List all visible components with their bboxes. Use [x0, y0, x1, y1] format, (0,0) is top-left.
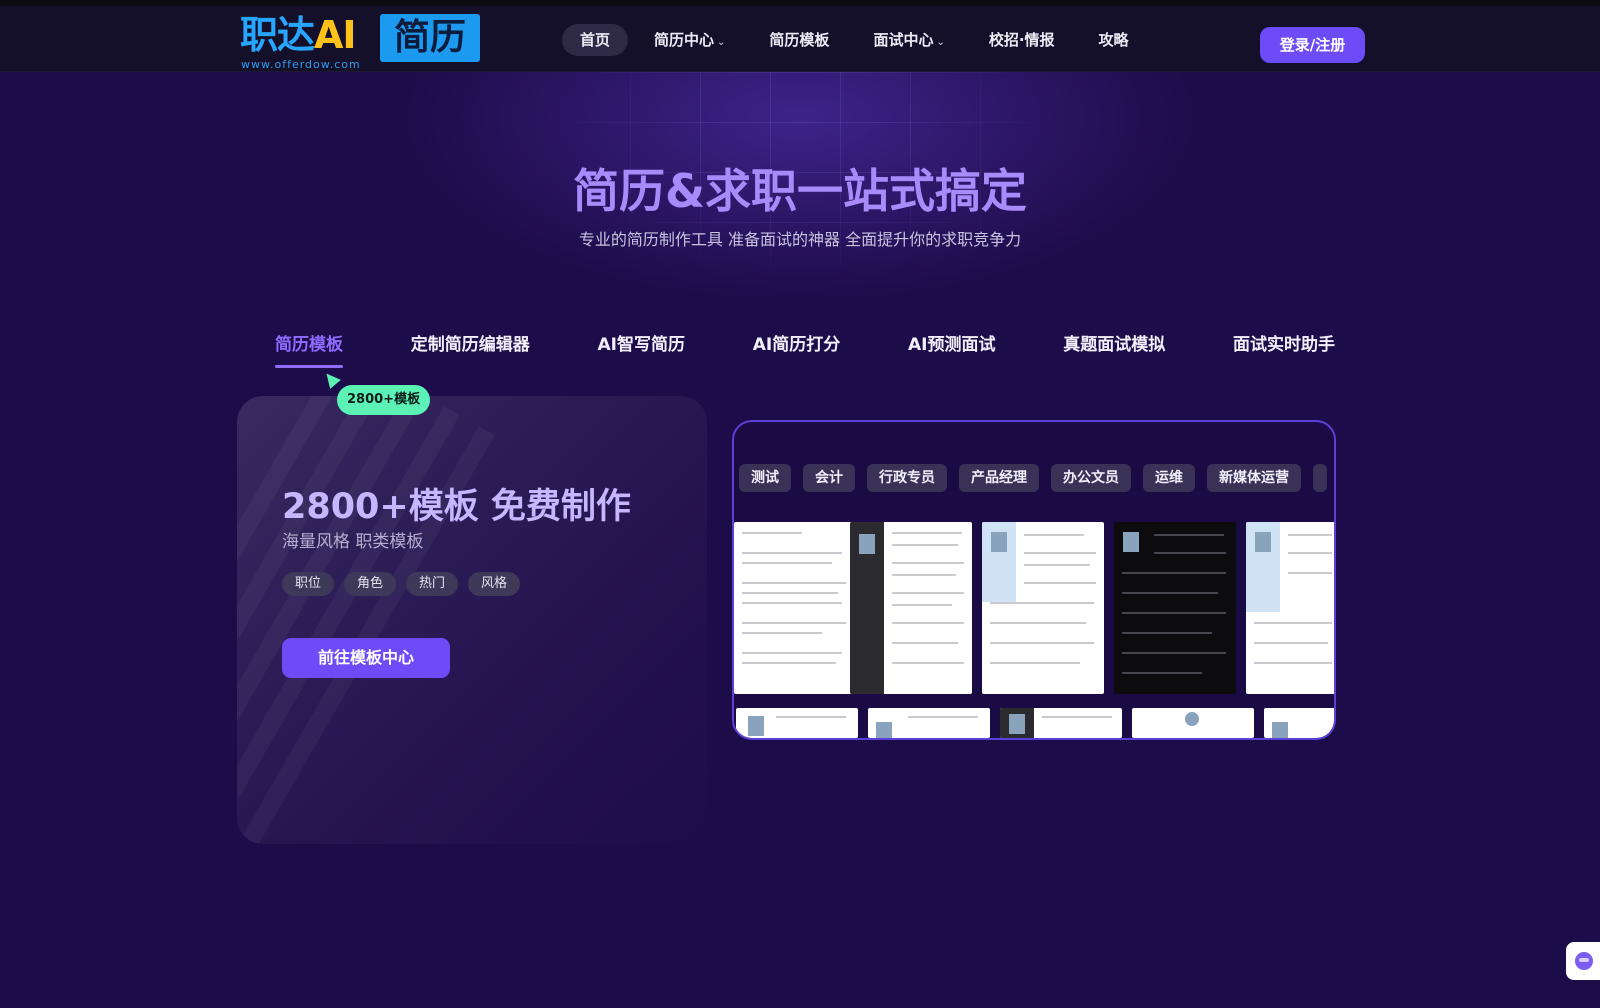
nav-resume-center[interactable]: 简历中心 ⌄ — [636, 24, 743, 56]
tab-resume-templates[interactable]: 简历模板 — [275, 330, 343, 368]
main-nav: 首页 简历中心 ⌄ 简历模板 面试中心 ⌄ 校招·情报 攻略 — [562, 24, 1155, 56]
nav-campus-info-label: 校招·情报 — [988, 31, 1055, 49]
resume-thumbnail[interactable] — [1246, 522, 1334, 694]
resume-thumbnail[interactable] — [736, 708, 858, 738]
resume-thumbnail[interactable] — [1000, 708, 1122, 738]
nav-home[interactable]: 首页 — [562, 24, 629, 56]
resume-thumbnail[interactable] — [850, 522, 972, 694]
cursor-arrow-icon — [321, 369, 341, 389]
chevron-down-icon: ⌄ — [936, 37, 945, 48]
tab-ai-predict[interactable]: AI预测面试 — [908, 330, 995, 360]
nav-resume-templates[interactable]: 简历模板 — [751, 24, 847, 56]
resume-thumbnail[interactable] — [734, 522, 856, 694]
card-subtitle: 海量风格 职类模板 — [282, 532, 424, 552]
tab-live-assistant[interactable]: 面试实时助手 — [1233, 330, 1335, 360]
chip-position[interactable]: 职位 — [282, 572, 335, 596]
site-header: 职达AI 简历 www.offerdow.com 首页 简历中心 ⌄ 简历模板 面… — [0, 6, 1600, 72]
nav-interview-center-label: 面试中心 — [873, 31, 934, 49]
login-register-button[interactable]: 登录/注册 — [1260, 27, 1365, 63]
card-chips: 职位 角色 热门 风格 — [282, 572, 530, 596]
resume-thumbnail[interactable] — [868, 708, 990, 738]
category-chip[interactable]: 会计 — [803, 464, 855, 492]
logo-box: 简历 — [380, 14, 480, 62]
hero-title: 简历&求职一站式搞定 — [572, 164, 1028, 218]
template-feature-card — [237, 396, 707, 844]
category-chip[interactable]: 办公文员 — [1051, 464, 1131, 492]
logo-prefix: 职达 — [240, 13, 315, 57]
chevron-down-icon: ⌄ — [717, 37, 726, 48]
tab-custom-editor[interactable]: 定制简历编辑器 — [411, 330, 530, 360]
logo-text: 职达AI — [240, 13, 357, 57]
chat-assistant-icon — [1575, 952, 1593, 970]
category-chip-partial[interactable] — [1313, 464, 1327, 492]
chip-hot[interactable]: 热门 — [406, 572, 459, 596]
tab-ai-write[interactable]: AI智写简历 — [598, 330, 685, 360]
resume-thumbnail[interactable] — [1132, 708, 1254, 738]
nav-interview-center[interactable]: 面试中心 ⌄ — [855, 24, 962, 56]
tab-mock-interview[interactable]: 真题面试模拟 — [1063, 330, 1165, 360]
feature-tabs: 简历模板 定制简历编辑器 AI智写简历 AI简历打分 AI预测面试 真题面试模拟… — [275, 330, 1335, 368]
hero-subtitle: 专业的简历制作工具 准备面试的神器 全面提升你的求职竞争力 — [578, 230, 1022, 249]
category-row: 测试 会计 行政专员 产品经理 办公文员 运维 新媒体运营 — [739, 464, 1334, 492]
logo-url: www.offerdow.com — [241, 58, 361, 71]
nav-resume-templates-label: 简历模板 — [769, 31, 830, 49]
category-chip[interactable]: 新媒体运营 — [1207, 464, 1301, 492]
site-logo[interactable]: 职达AI 简历 www.offerdow.com — [240, 12, 480, 71]
category-chip[interactable]: 运维 — [1143, 464, 1195, 492]
category-chip[interactable]: 行政专员 — [867, 464, 947, 492]
resume-thumbnail[interactable] — [1114, 522, 1236, 694]
resume-thumbnail[interactable] — [982, 522, 1104, 694]
nav-guides[interactable]: 攻略 — [1081, 24, 1147, 56]
chip-style[interactable]: 风格 — [468, 572, 521, 596]
category-chip[interactable]: 测试 — [739, 464, 791, 492]
card-title: 2800+模板 免费制作 — [282, 487, 631, 527]
go-template-center-button[interactable]: 前往模板中心 — [282, 638, 450, 678]
nav-resume-center-label: 简历中心 — [654, 31, 715, 49]
nav-campus-info[interactable]: 校招·情报 — [971, 24, 1073, 56]
template-count-badge: 2800+模板 — [337, 385, 431, 415]
nav-guides-label: 攻略 — [1098, 31, 1129, 49]
template-gallery: 测试 会计 行政专员 产品经理 办公文员 运维 新媒体运营 — [732, 420, 1336, 740]
resume-thumbnail[interactable] — [1264, 708, 1334, 738]
nav-home-label: 首页 — [580, 31, 611, 49]
tab-ai-score[interactable]: AI简历打分 — [753, 330, 840, 360]
logo-ai: AI — [314, 13, 357, 57]
category-chip[interactable]: 产品经理 — [959, 464, 1039, 492]
chat-assistant-button[interactable] — [1566, 942, 1600, 980]
chip-role[interactable]: 角色 — [344, 572, 397, 596]
